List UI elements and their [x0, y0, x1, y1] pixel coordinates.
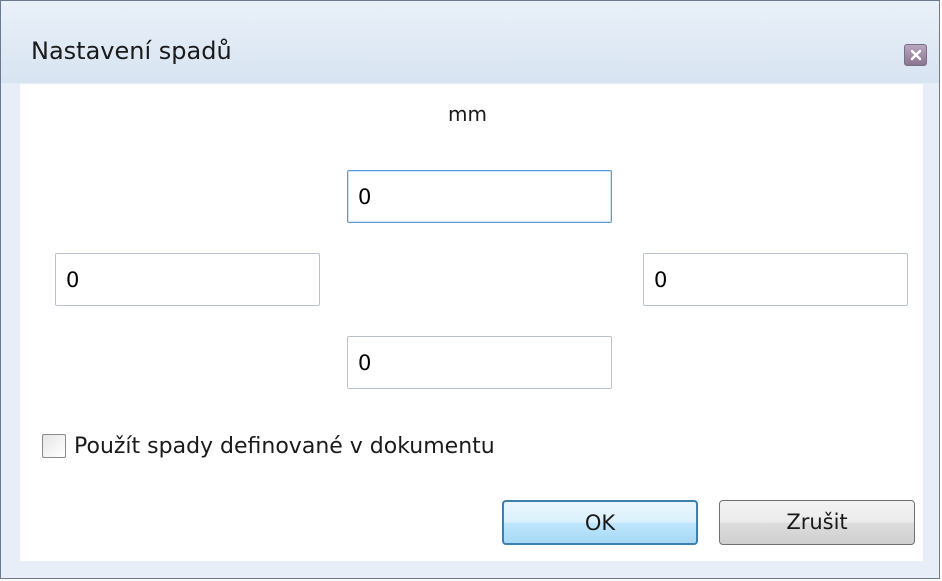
bleed-bottom-input[interactable]: [347, 336, 612, 389]
dialog-title: Nastavení spadů: [31, 37, 232, 65]
cancel-button[interactable]: Zrušit: [719, 500, 915, 545]
close-button[interactable]: [904, 44, 927, 66]
unit-label: mm: [448, 102, 487, 126]
use-document-bleeds-option[interactable]: Použít spady definované v dokumentu: [42, 430, 495, 462]
close-icon: [910, 49, 922, 61]
bleed-left-input[interactable]: [55, 253, 320, 306]
bleed-right-input[interactable]: [643, 253, 908, 306]
use-document-bleeds-checkbox[interactable]: [42, 434, 66, 458]
ok-button[interactable]: OK: [502, 500, 698, 545]
bleed-top-input[interactable]: [347, 170, 612, 223]
use-document-bleeds-label[interactable]: Použít spady definované v dokumentu: [74, 434, 495, 459]
title-bar[interactable]: Nastavení spadů: [1, 1, 939, 83]
dialog-content: [20, 84, 923, 561]
